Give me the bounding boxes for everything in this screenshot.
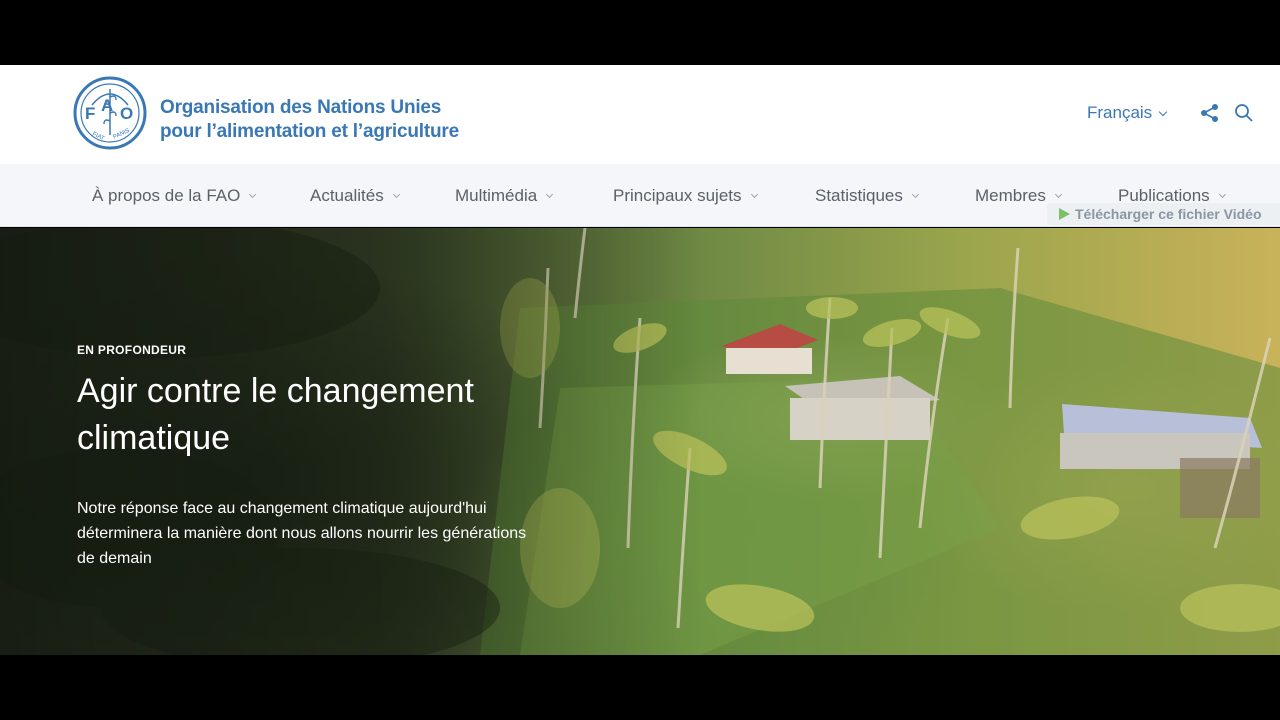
- search-icon[interactable]: [1233, 102, 1255, 124]
- chevron-down-icon: [546, 190, 554, 199]
- video-letterbox-bottom: [0, 655, 1280, 720]
- chevron-down-icon: [1218, 190, 1226, 199]
- download-video-label: Télécharger ce fichier Vidéo: [1075, 206, 1262, 222]
- logo-letter-f: F: [85, 104, 95, 123]
- nav-item-about[interactable]: À propos de la FAO: [92, 186, 257, 206]
- download-video-button[interactable]: Télécharger ce fichier Vidéo: [1047, 203, 1280, 225]
- language-selector[interactable]: Français: [1087, 103, 1168, 123]
- nav-item-label: À propos de la FAO: [92, 186, 241, 205]
- organization-name[interactable]: Organisation des Nations Unies pour l’al…: [160, 96, 459, 144]
- share-icon[interactable]: [1199, 102, 1221, 124]
- chevron-down-icon: [249, 190, 257, 199]
- play-icon: [1059, 208, 1070, 220]
- hero-title[interactable]: Agir contre le changement climatique: [77, 368, 537, 462]
- svg-text:PANIS: PANIS: [112, 128, 130, 141]
- nav-item-label: Membres: [975, 186, 1046, 205]
- hero-description: Notre réponse face au changement climati…: [77, 500, 527, 567]
- nav-item-label: Actualités: [310, 186, 384, 205]
- chevron-down-icon: [750, 190, 758, 199]
- nav-item-topics[interactable]: Principaux sujets: [613, 186, 758, 206]
- hero-banner: EN PROFONDEUR Agir contre le changement …: [0, 228, 1280, 655]
- chevron-down-icon: [911, 190, 919, 199]
- org-name-line1: Organisation des Nations Unies: [160, 97, 442, 118]
- site-header: F A O FIAT PANIS Organisation des Nation…: [0, 65, 1280, 164]
- nav-item-label: Principaux sujets: [613, 186, 742, 205]
- logo-letter-o: O: [120, 104, 133, 123]
- video-letterbox-top: [0, 0, 1280, 65]
- fao-logo[interactable]: F A O FIAT PANIS: [72, 75, 148, 151]
- nav-item-label: Statistiques: [815, 186, 903, 205]
- chevron-down-icon: [1158, 107, 1168, 116]
- chevron-down-icon: [392, 190, 400, 199]
- chevron-down-icon: [1054, 190, 1062, 199]
- org-name-line2: pour l’alimentation et l’agriculture: [160, 121, 459, 142]
- nav-item-label: Multimédia: [455, 186, 538, 205]
- language-label: Français: [1087, 103, 1153, 122]
- nav-item-news[interactable]: Actualités: [310, 186, 400, 206]
- hero-eyebrow: EN PROFONDEUR: [77, 343, 187, 357]
- nav-item-multimedia[interactable]: Multimédia: [455, 186, 554, 206]
- logo-letter-a: A: [101, 96, 113, 115]
- nav-item-statistics[interactable]: Statistiques: [815, 186, 919, 206]
